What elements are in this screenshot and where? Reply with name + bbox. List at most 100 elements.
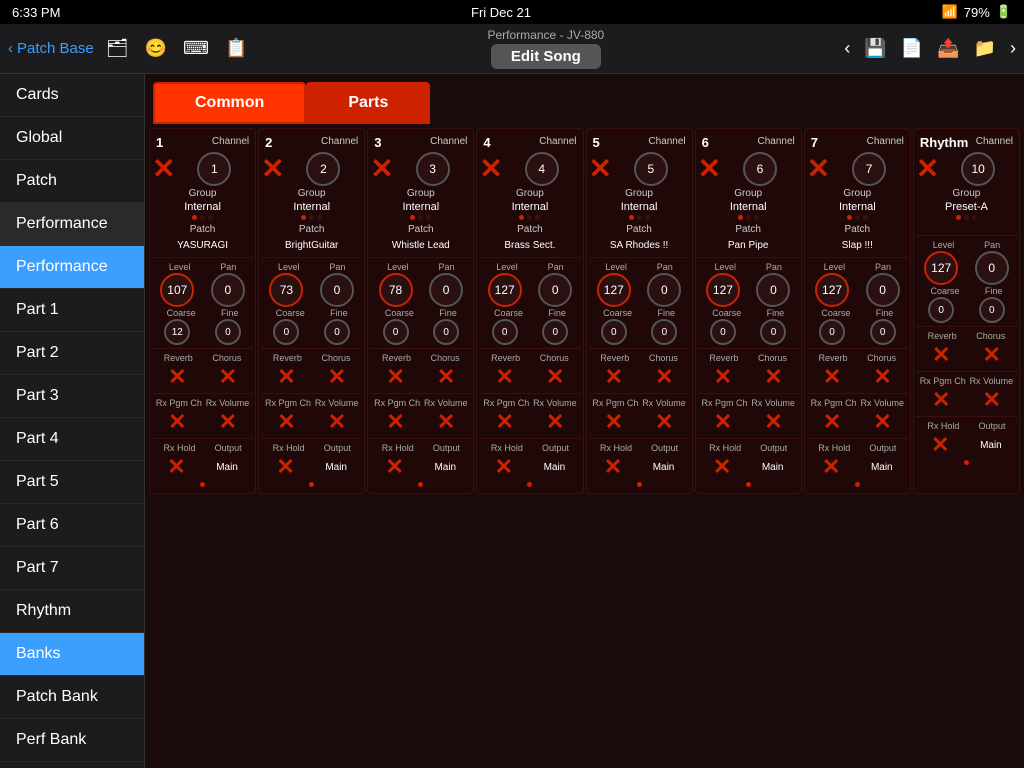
mute-x-1[interactable]: ✕ <box>261 155 284 183</box>
reverb-x-6[interactable]: ✕ <box>823 364 841 390</box>
coarse-knob-2[interactable]: 0 <box>383 319 409 345</box>
level-knob-7[interactable]: 127 <box>924 251 958 285</box>
rxvol-x-7[interactable]: ✕ <box>983 387 1001 413</box>
fine-knob-7[interactable]: 0 <box>979 297 1005 323</box>
sidebar-item-global[interactable]: Global <box>0 117 144 160</box>
nav-save-icon[interactable]: 💾 <box>864 38 886 59</box>
reverb-x-5[interactable]: ✕ <box>714 364 732 390</box>
sidebar-item-rhythm[interactable]: Rhythm <box>0 590 144 633</box>
level-knob-2[interactable]: 78 <box>379 273 413 307</box>
rxhold-x-7[interactable]: ✕ <box>931 432 949 458</box>
channel-knob-6[interactable]: 7 <box>852 152 886 186</box>
rxvol-x-4[interactable]: ✕ <box>655 409 673 435</box>
rxhold-x-3[interactable]: ✕ <box>495 454 513 480</box>
chorus-x-1[interactable]: ✕ <box>328 364 346 390</box>
reverb-x-7[interactable]: ✕ <box>932 342 950 368</box>
coarse-knob-7[interactable]: 0 <box>928 297 954 323</box>
channel-knob-7[interactable]: 10 <box>961 152 995 186</box>
pan-knob-6[interactable]: 0 <box>866 273 900 307</box>
chorus-x-2[interactable]: ✕ <box>437 364 455 390</box>
fine-knob-5[interactable]: 0 <box>760 319 786 345</box>
sidebar-item-rhythm-bank[interactable]: Rhythm Bank <box>0 762 144 768</box>
mute-x-4[interactable]: ✕ <box>589 155 612 183</box>
sidebar-item-performance[interactable]: Performance <box>0 203 144 246</box>
rxpgm-x-4[interactable]: ✕ <box>605 409 623 435</box>
rxpgm-x-5[interactable]: ✕ <box>714 409 732 435</box>
channel-knob-4[interactable]: 5 <box>634 152 668 186</box>
nav-left-arrow[interactable]: ‹ <box>844 38 850 59</box>
doc-icon[interactable]: 📋 <box>225 38 247 59</box>
mute-x-5[interactable]: ✕ <box>698 155 721 183</box>
mute-x-7[interactable]: ✕ <box>916 155 939 183</box>
mute-x-3[interactable]: ✕ <box>479 155 502 183</box>
nav-export-icon[interactable]: 📁 <box>974 38 996 59</box>
pan-knob-5[interactable]: 0 <box>756 273 790 307</box>
nav-right-arrow[interactable]: › <box>1010 38 1016 59</box>
reverb-x-2[interactable]: ✕ <box>386 364 404 390</box>
rxvol-x-0[interactable]: ✕ <box>219 409 237 435</box>
coarse-knob-0[interactable]: 12 <box>164 319 190 345</box>
chorus-x-4[interactable]: ✕ <box>655 364 673 390</box>
tab-common[interactable]: Common <box>153 82 306 124</box>
folder-icon[interactable]: 🗂 <box>106 38 129 59</box>
sidebar-item-part2[interactable]: Part 2 <box>0 332 144 375</box>
rxpgm-x-2[interactable]: ✕ <box>386 409 404 435</box>
fine-knob-3[interactable]: 0 <box>542 319 568 345</box>
fine-knob-6[interactable]: 0 <box>870 319 896 345</box>
chorus-x-7[interactable]: ✕ <box>983 342 1001 368</box>
rxhold-x-5[interactable]: ✕ <box>713 454 731 480</box>
sidebar-item-patch[interactable]: Patch <box>0 160 144 203</box>
mute-x-0[interactable]: ✕ <box>152 155 175 183</box>
rxpgm-x-3[interactable]: ✕ <box>495 409 513 435</box>
level-knob-4[interactable]: 127 <box>597 273 631 307</box>
reverb-x-1[interactable]: ✕ <box>277 364 295 390</box>
pan-knob-0[interactable]: 0 <box>211 273 245 307</box>
fine-knob-1[interactable]: 0 <box>324 319 350 345</box>
tab-parts[interactable]: Parts <box>306 82 430 124</box>
sidebar-item-banks[interactable]: Banks <box>0 633 144 676</box>
channel-knob-3[interactable]: 4 <box>525 152 559 186</box>
rxpgm-x-6[interactable]: ✕ <box>823 409 841 435</box>
nav-title[interactable]: Edit Song <box>491 44 601 69</box>
coarse-knob-6[interactable]: 0 <box>819 319 845 345</box>
channel-knob-1[interactable]: 2 <box>306 152 340 186</box>
fine-knob-2[interactable]: 0 <box>433 319 459 345</box>
rxvol-x-3[interactable]: ✕ <box>546 409 564 435</box>
pan-knob-4[interactable]: 0 <box>647 273 681 307</box>
rxhold-x-0[interactable]: ✕ <box>167 454 185 480</box>
rxhold-x-6[interactable]: ✕ <box>822 454 840 480</box>
sidebar-item-part4[interactable]: Part 4 <box>0 418 144 461</box>
coarse-knob-5[interactable]: 0 <box>710 319 736 345</box>
pan-knob-3[interactable]: 0 <box>538 273 572 307</box>
rxhold-x-1[interactable]: ✕ <box>276 454 294 480</box>
rxvol-x-5[interactable]: ✕ <box>764 409 782 435</box>
reverb-x-4[interactable]: ✕ <box>605 364 623 390</box>
nav-copy-icon[interactable]: 📄 <box>901 38 923 59</box>
rxvol-x-1[interactable]: ✕ <box>328 409 346 435</box>
sidebar-item-part1[interactable]: Part 1 <box>0 289 144 332</box>
chorus-x-0[interactable]: ✕ <box>219 364 237 390</box>
pan-knob-2[interactable]: 0 <box>429 273 463 307</box>
sidebar-item-perf-bank[interactable]: Perf Bank <box>0 719 144 762</box>
rxhold-x-2[interactable]: ✕ <box>386 454 404 480</box>
level-knob-5[interactable]: 127 <box>706 273 740 307</box>
sidebar-item-part5[interactable]: Part 5 <box>0 461 144 504</box>
keyboard-icon[interactable]: ⌨ <box>183 38 209 59</box>
pan-knob-7[interactable]: 0 <box>975 251 1009 285</box>
chorus-x-5[interactable]: ✕ <box>764 364 782 390</box>
sidebar-item-part3[interactable]: Part 3 <box>0 375 144 418</box>
chorus-x-3[interactable]: ✕ <box>546 364 564 390</box>
sidebar-item-patch-bank[interactable]: Patch Bank <box>0 676 144 719</box>
rxpgm-x-1[interactable]: ✕ <box>277 409 295 435</box>
reverb-x-0[interactable]: ✕ <box>168 364 186 390</box>
coarse-knob-4[interactable]: 0 <box>601 319 627 345</box>
mute-x-6[interactable]: ✕ <box>807 155 830 183</box>
level-knob-3[interactable]: 127 <box>488 273 522 307</box>
rxhold-x-4[interactable]: ✕ <box>604 454 622 480</box>
face-icon[interactable]: 😊 <box>145 38 167 59</box>
level-knob-6[interactable]: 127 <box>815 273 849 307</box>
fine-knob-0[interactable]: 0 <box>215 319 241 345</box>
mute-x-2[interactable]: ✕ <box>370 155 393 183</box>
fine-knob-4[interactable]: 0 <box>651 319 677 345</box>
back-button[interactable]: ‹ Patch Base <box>8 40 94 57</box>
